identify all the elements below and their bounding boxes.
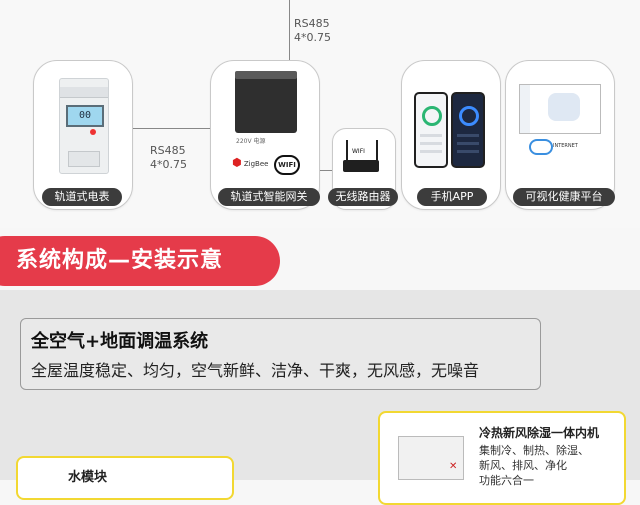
bus-spec-label: 4*0.75 — [294, 31, 331, 44]
banner-title: 系统构成—安装示意 — [16, 248, 224, 273]
terminal-block — [68, 151, 100, 167]
gauge-ring — [422, 106, 442, 126]
phone-row — [420, 134, 442, 137]
led-indicator — [90, 129, 96, 135]
phone-row — [457, 134, 479, 137]
screen-sidebar — [520, 85, 530, 133]
water-module-card[interactable] — [16, 456, 234, 500]
phone-light-image — [414, 92, 448, 168]
indoor-unit-image — [398, 436, 464, 480]
system-title: 全空气+地面调温系统 — [31, 331, 209, 352]
indoor-feature-line: 功能六合一 — [479, 474, 534, 487]
antenna-right — [376, 140, 378, 162]
meter-spec-label: 4*0.75 — [150, 158, 187, 171]
phone-row — [457, 142, 479, 145]
cloud-caption: INTERNET — [553, 143, 578, 149]
platform-label: 可视化健康平台 — [513, 188, 615, 206]
meter-protocol-label: RS485 — [150, 144, 186, 157]
gateway-label: 轨道式智能网关 — [218, 188, 320, 206]
rail-clip — [60, 87, 108, 98]
phone-row — [457, 150, 479, 153]
antenna-left — [346, 140, 348, 162]
router-image — [343, 160, 379, 172]
gateway-router-line — [318, 170, 332, 171]
phone-row — [420, 142, 442, 145]
app-label: 手机APP — [417, 188, 487, 206]
system-subtitle: 全屋温度稳定、均匀，空气新鲜、洁净、干爽，无风感，无噪音 — [31, 361, 480, 380]
router-label: 无线路由器 — [328, 188, 398, 206]
indoor-feature-line: 新风、排风、净化 — [479, 459, 567, 472]
meter-label: 轨道式电表 — [42, 188, 122, 206]
water-module-title: 水模块 — [68, 470, 108, 485]
wifi-icon: WIFI — [274, 155, 300, 175]
meter-image: 00 — [59, 78, 109, 174]
indoor-feature-line: 集制冷、制热、除湿、 — [479, 444, 589, 457]
screen-map — [548, 93, 580, 121]
bus-line-vertical — [289, 0, 290, 60]
gateway-rail — [235, 71, 297, 79]
platform-screen-image — [519, 84, 601, 134]
bus-protocol-label: RS485 — [294, 17, 330, 30]
fan-mark-icon: ✕ — [449, 461, 458, 472]
router-wifi-icon: WIFI — [352, 148, 365, 155]
phone-dark-image — [451, 92, 485, 168]
indoor-unit-title: 冷热新风除湿一体内机 — [479, 426, 600, 440]
gateway-image — [235, 71, 297, 133]
gauge-ring — [459, 106, 479, 126]
power-caption: 220V 电源 — [236, 138, 266, 145]
phone-row — [420, 150, 442, 153]
zigbee-logo: ⬢ ZigBee — [232, 156, 269, 169]
meter-gateway-line — [130, 128, 210, 129]
meter-screen: 00 — [66, 105, 104, 127]
cloud-icon — [529, 139, 553, 155]
